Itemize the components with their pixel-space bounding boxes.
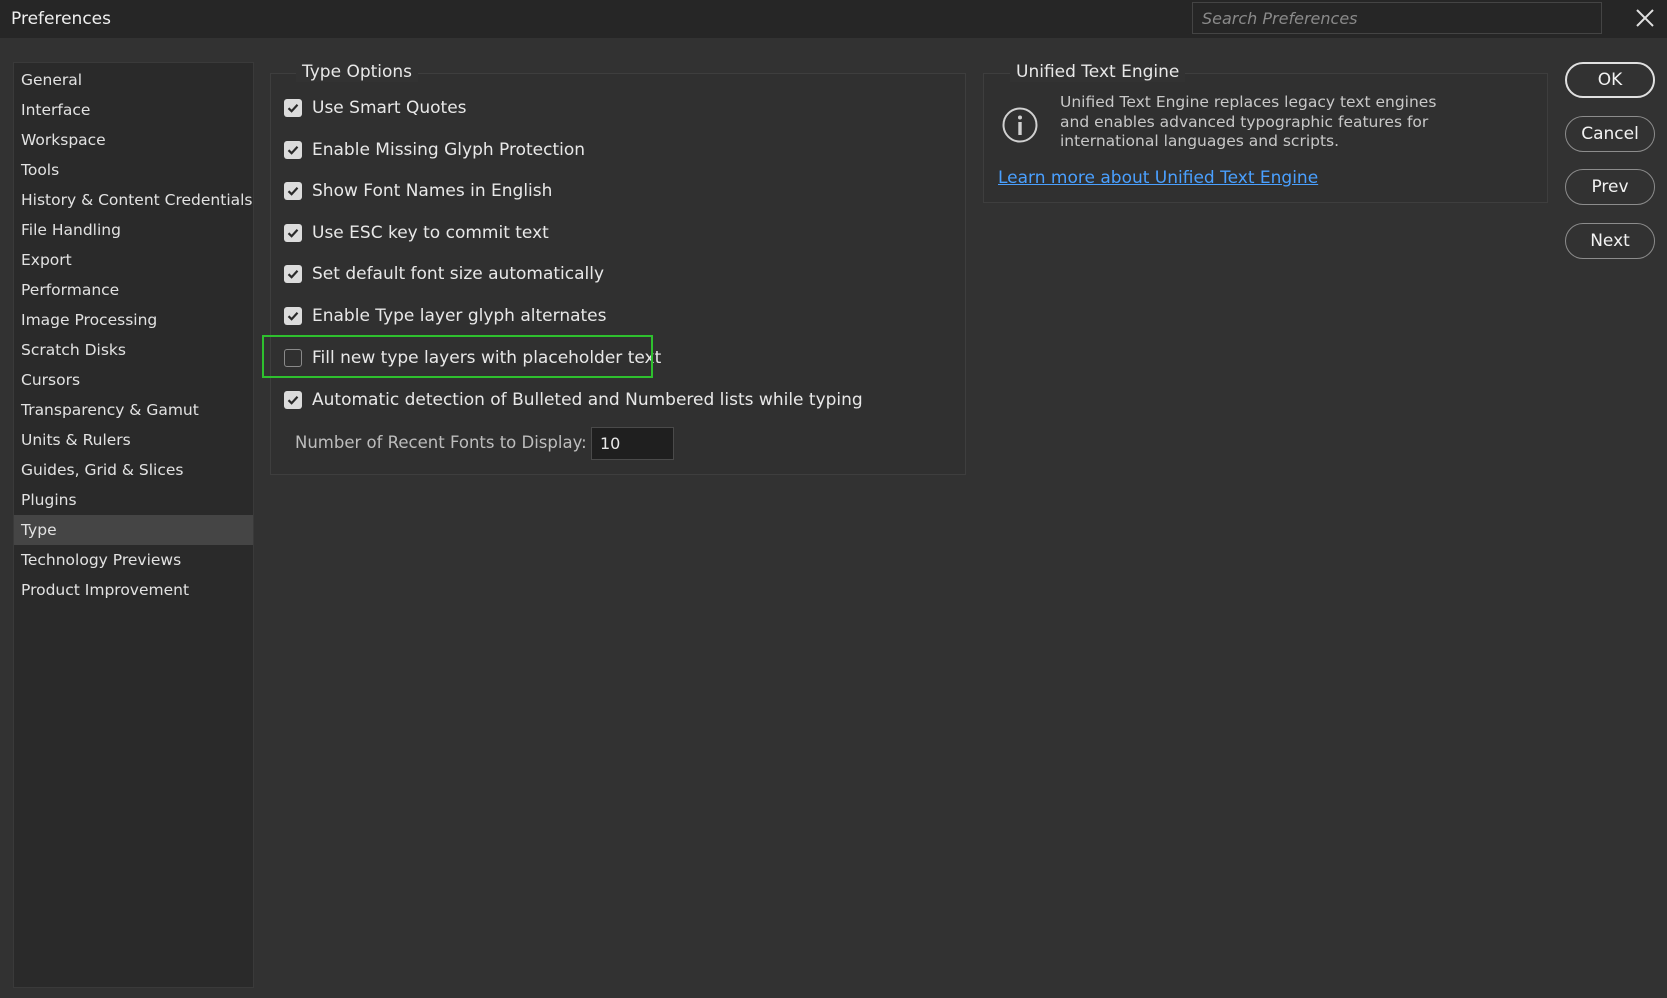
- sidebar-item-product-improvement[interactable]: Product Improvement: [14, 575, 253, 605]
- sidebar-item-interface[interactable]: Interface: [14, 95, 253, 125]
- sidebar-item-transparency-gamut[interactable]: Transparency & Gamut: [14, 395, 253, 425]
- highlight-box: [262, 335, 653, 378]
- sidebar-item-workspace[interactable]: Workspace: [14, 125, 253, 155]
- prev-button[interactable]: Prev: [1565, 169, 1655, 205]
- sidebar: General Interface Workspace Tools Histor…: [13, 62, 254, 988]
- close-icon[interactable]: [1632, 5, 1658, 31]
- sidebar-item-cursors[interactable]: Cursors: [14, 365, 253, 395]
- sidebar-item-export[interactable]: Export: [14, 245, 253, 275]
- option-auto-detect-lists[interactable]: Automatic detection of Bulleted and Numb…: [284, 387, 863, 413]
- checkbox-checked-icon[interactable]: [284, 99, 302, 117]
- option-esc-commit-text[interactable]: Use ESC key to commit text: [284, 220, 549, 246]
- checkbox-checked-icon[interactable]: [284, 307, 302, 325]
- option-label: Enable Type layer glyph alternates: [312, 306, 607, 326]
- recent-fonts-label: Number of Recent Fonts to Display:: [295, 433, 587, 452]
- option-default-font-size[interactable]: Set default font size automatically: [284, 261, 604, 287]
- unified-text-engine-description: Unified Text Engine replaces legacy text…: [1060, 93, 1437, 150]
- title-bar: Preferences: [0, 0, 1667, 38]
- search-input[interactable]: [1192, 2, 1602, 34]
- ok-button[interactable]: OK: [1565, 62, 1655, 98]
- option-label: Set default font size automatically: [312, 264, 605, 284]
- sidebar-item-performance[interactable]: Performance: [14, 275, 253, 305]
- sidebar-item-tools[interactable]: Tools: [14, 155, 253, 185]
- option-label: Enable Missing Glyph Protection: [312, 140, 586, 160]
- option-use-smart-quotes[interactable]: Use Smart Quotes: [284, 95, 467, 121]
- cancel-button[interactable]: Cancel: [1565, 116, 1655, 152]
- option-glyph-alternates[interactable]: Enable Type layer glyph alternates: [284, 303, 607, 329]
- option-missing-glyph-protection[interactable]: Enable Missing Glyph Protection: [284, 137, 585, 163]
- sidebar-item-general[interactable]: General: [14, 65, 253, 95]
- recent-fonts-input[interactable]: [591, 427, 674, 460]
- sidebar-item-file-handling[interactable]: File Handling: [14, 215, 253, 245]
- window-title: Preferences: [11, 9, 111, 29]
- sidebar-item-image-processing[interactable]: Image Processing: [14, 305, 253, 335]
- type-options-title: Type Options: [296, 62, 419, 82]
- option-font-names-english[interactable]: Show Font Names in English: [284, 178, 552, 204]
- checkbox-checked-icon[interactable]: [284, 141, 302, 159]
- sidebar-item-plugins[interactable]: Plugins: [14, 485, 253, 515]
- checkbox-checked-icon[interactable]: [284, 182, 302, 200]
- next-button[interactable]: Next: [1565, 223, 1655, 259]
- option-label: Use Smart Quotes: [312, 98, 467, 118]
- sidebar-item-type[interactable]: Type: [14, 515, 253, 545]
- option-label: Use ESC key to commit text: [312, 223, 549, 243]
- checkbox-checked-icon[interactable]: [284, 391, 302, 409]
- sidebar-item-history-content-credentials[interactable]: History & Content Credentials: [14, 185, 253, 215]
- sidebar-item-technology-previews[interactable]: Technology Previews: [14, 545, 253, 575]
- option-label: Show Font Names in English: [312, 181, 553, 201]
- type-options-group: Type Options Use Smart Quotes Enable Mis…: [270, 62, 966, 475]
- info-icon: [1001, 106, 1039, 144]
- option-label: Automatic detection of Bulleted and Numb…: [312, 390, 863, 410]
- sidebar-item-scratch-disks[interactable]: Scratch Disks: [14, 335, 253, 365]
- checkbox-checked-icon[interactable]: [284, 265, 302, 283]
- unified-text-engine-title: Unified Text Engine: [1010, 62, 1186, 82]
- sidebar-item-guides-grid-slices[interactable]: Guides, Grid & Slices: [14, 455, 253, 485]
- learn-more-link[interactable]: Learn more about Unified Text Engine: [998, 168, 1318, 188]
- sidebar-item-units-rulers[interactable]: Units & Rulers: [14, 425, 253, 455]
- checkbox-checked-icon[interactable]: [284, 224, 302, 242]
